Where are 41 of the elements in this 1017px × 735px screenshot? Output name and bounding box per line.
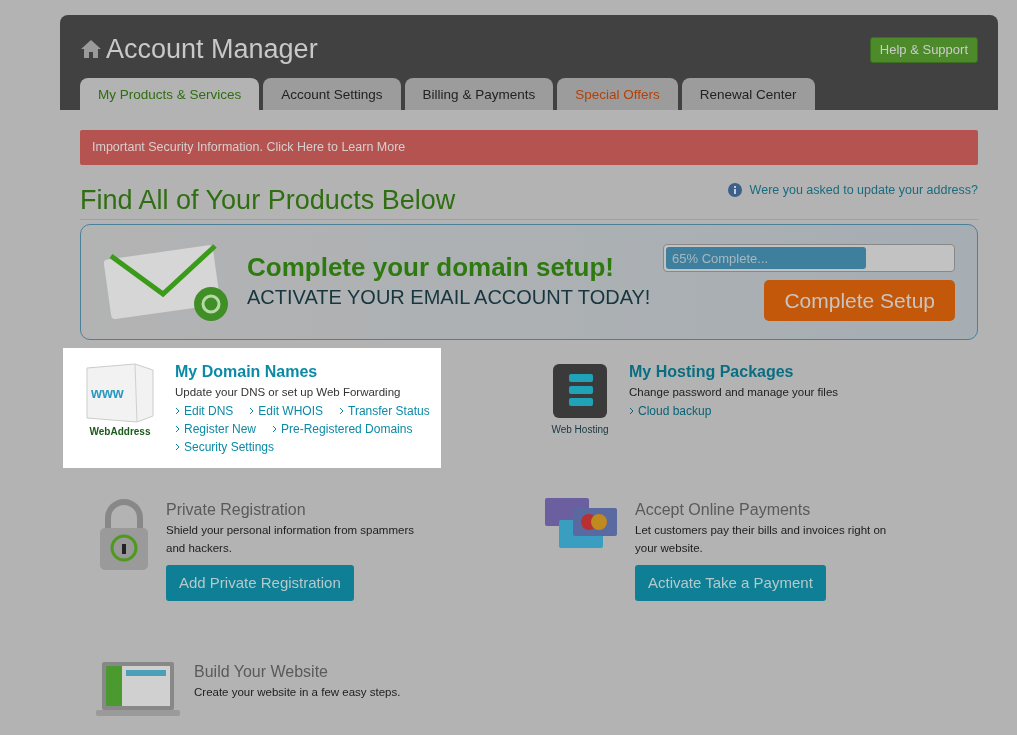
laptop-icon — [96, 660, 180, 719]
product-title: Build Your Website — [194, 662, 329, 683]
product-link[interactable]: Edit WHOIS — [249, 401, 324, 420]
tab[interactable]: Account Settings — [263, 77, 401, 110]
chevron-icon — [249, 407, 256, 416]
chevron-icon — [272, 425, 279, 434]
product-link[interactable]: Pre-Registered Domains — [272, 419, 413, 438]
email-icon — [103, 242, 231, 323]
tab[interactable]: Renewal Center — [681, 77, 815, 110]
product-description: Change password and manage your files — [629, 385, 839, 401]
action-button[interactable]: Activate Take a Payment — [635, 564, 826, 602]
tab[interactable]: Special Offers — [557, 77, 678, 110]
info-icon — [727, 182, 742, 197]
product-link[interactable]: Security Settings — [175, 437, 275, 456]
complete-setup-button[interactable]: Complete Setup — [764, 279, 955, 321]
home-icon — [80, 39, 102, 60]
address-link[interactable]: Were you asked to update your address? — [749, 180, 978, 200]
product-title[interactable]: My Hosting Packages — [629, 360, 839, 385]
product-link[interactable]: Cloud backup — [629, 401, 712, 420]
product-title: Accept Online Payments — [635, 500, 812, 521]
product-title: Private Registration — [166, 500, 307, 521]
product-description: Update your DNS or set up Web Forwarding — [175, 385, 402, 401]
product-title[interactable]: My Domain Names — [175, 360, 430, 385]
page-title: Account Manager — [106, 33, 318, 66]
product-link[interactable]: Transfer Status — [339, 401, 430, 420]
chevron-icon — [629, 407, 635, 416]
product-description: Let customers pay their bills and invoices right on your website. — [635, 523, 888, 556]
alert-banner[interactable]: Important Security Information. Click Here to Learn More — [80, 129, 978, 165]
action-button[interactable]: Add Private Registration — [166, 564, 354, 602]
tab[interactable]: My Products & Services — [80, 77, 260, 110]
product-link[interactable]: Register New — [175, 419, 257, 438]
help-button[interactable]: Help & Support — [869, 37, 978, 63]
tab[interactable]: Billing & Payments — [404, 77, 554, 110]
promo-subtitle: ACTIVATE YOUR EMAIL ACCOUNT TODAY! — [247, 284, 652, 310]
chevron-icon — [339, 407, 346, 416]
promo-title: Complete your domain setup! — [247, 252, 615, 282]
page-heading: Find All of Your Products Below — [80, 185, 456, 216]
progress-label: 65% Complete... — [672, 249, 769, 268]
product-link[interactable]: Edit DNS — [175, 401, 234, 420]
product-description: Create your website in a few easy steps. — [194, 685, 401, 701]
product-description: Shield your personal information from spammers and hackers. — [166, 523, 415, 556]
